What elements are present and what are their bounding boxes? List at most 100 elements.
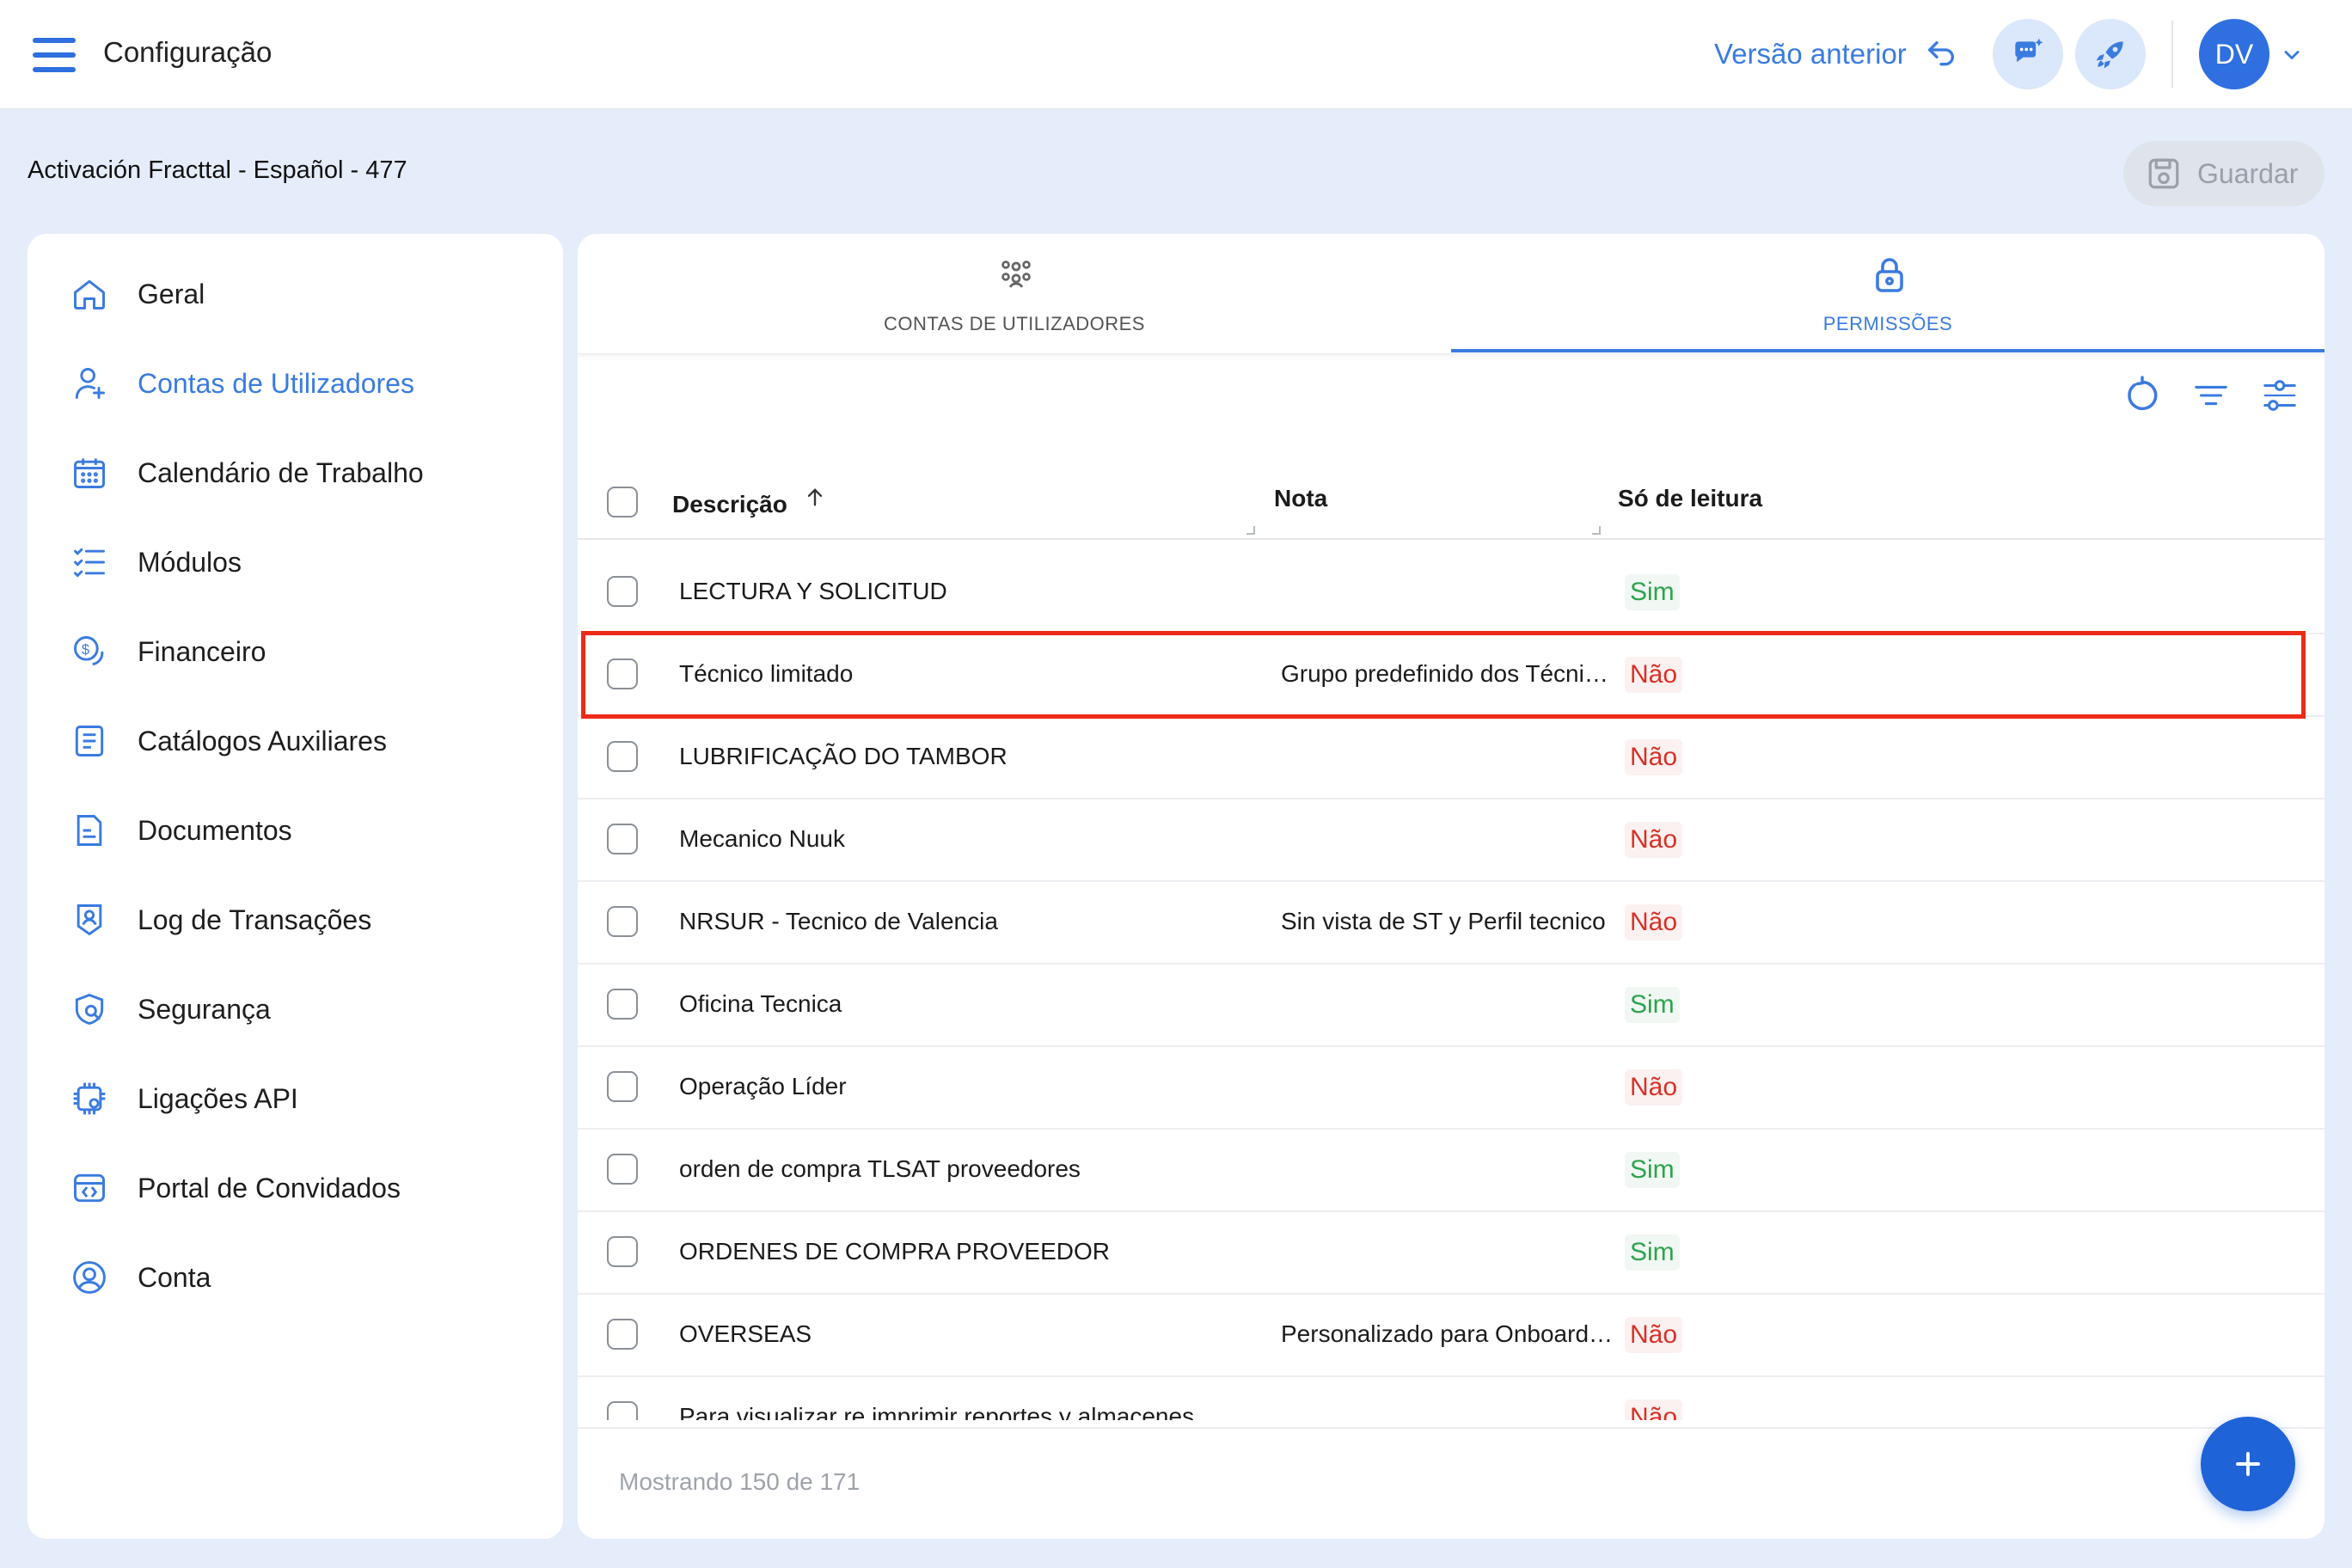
table-row[interactable]: OVERSEAS Personalizado para Onboarding N… [578,1295,2324,1377]
table-row[interactable]: ORDENES DE COMPRA PROVEEDOR Sim [578,1212,2324,1295]
rocket-icon [2096,41,2123,69]
sidebar-item-label: Log de Transações [138,903,372,935]
sidebar-item-label: Segurança [138,993,271,1025]
table-row[interactable]: Operação Líder Não [578,1047,2324,1130]
user-plus-icon [69,363,110,404]
read-only-badge: Não [1625,1069,1683,1106]
table-row[interactable]: LECTURA Y SOLICITUD Sim [578,552,2324,634]
sort-ascending-icon [807,488,822,506]
table-row[interactable]: NRSUR - Tecnico de Valencia Sin vista de… [578,882,2324,965]
sidebar-item-label: Conta [138,1261,211,1293]
row-checkbox[interactable] [607,906,638,937]
table-row[interactable]: Oficina Tecnica Sim [578,965,2324,1047]
account-circle-icon [69,1257,110,1298]
chat-sparkle-button[interactable] [1993,19,2063,89]
row-description: Operação Líder [679,1073,847,1099]
previous-version-button[interactable]: Versão anterior [1714,33,1958,76]
column-header-nota[interactable]: Nota [1274,485,1327,512]
select-all-checkbox[interactable] [607,487,638,518]
group-icon [1001,260,1031,288]
chat-sparkle-icon [2015,38,2043,63]
row-description: LUBRIFICAÇÃO DO TAMBOR [679,743,1008,769]
chevron-down-icon[interactable] [2280,43,2304,67]
row-description: NRSUR - Tecnico de Valencia [679,908,998,934]
sidebar-item-calendario-de-trabalho[interactable]: Calendário de Trabalho [69,447,424,499]
sidebar-item-modulos[interactable]: Módulos [69,536,242,588]
row-checkbox[interactable] [607,1401,638,1420]
row-checkbox[interactable] [607,741,638,772]
row-note: Personalizado para Onboarding [1281,1320,1616,1347]
row-checkbox[interactable] [607,824,638,854]
row-checkbox[interactable] [607,658,638,689]
row-checkbox[interactable] [607,576,638,607]
refresh-icon[interactable] [2120,373,2165,418]
tab-bar: CONTAS DE UTILIZADORES PERMISSÕES [578,234,2324,354]
row-checkbox[interactable] [607,1154,638,1185]
column-settings-icon[interactable] [2257,373,2302,418]
table-row[interactable]: orden de compra TLSAT proveedores Sim [578,1130,2324,1212]
row-checkbox[interactable] [607,1319,638,1350]
row-description: LECTURA Y SOLICITUD [679,578,947,604]
sidebar-item-conta[interactable]: Conta [69,1252,211,1303]
coin-icon: $ [69,631,110,672]
table-row[interactable]: LUBRIFICAÇÃO DO TAMBOR Não [578,717,2324,799]
sidebar-item-portal-de-convidados[interactable]: Portal de Convidados [69,1162,401,1214]
filter-icon[interactable] [2189,373,2233,418]
active-tab-indicator [1451,349,2324,352]
previous-version-label: Versão anterior [1714,38,1907,70]
tab-contas-de-utilizadores[interactable]: CONTAS DE UTILIZADORES [578,234,1451,354]
catalog-icon [69,720,110,762]
avatar[interactable]: DV [2199,19,2269,89]
sidebar-item-label: Documentos [138,814,292,846]
row-checkbox[interactable] [607,1236,638,1267]
sidebar-item-label: Financeiro [138,635,266,667]
column-header-so-de-leitura[interactable]: Só de leitura [1618,485,1762,512]
shield-search-icon [69,989,110,1030]
table-row[interactable]: Técnico limitado Grupo predefinido dos T… [578,634,2324,717]
sidebar-item-contas-de-utilizadores[interactable]: Contas de Utilizadores [69,358,414,409]
table-row[interactable]: Mecanico Nuuk Não [578,799,2324,882]
table-row[interactable]: Para visualizar re imprimir reportes y a… [578,1377,2324,1420]
row-note: Sin vista de ST y Perfil tecnico [1281,908,1606,934]
tab-permissoes[interactable]: PERMISSÕES [1451,234,2324,354]
page-title: Activación Fracttal - Español - 477 [28,156,407,184]
menu-icon[interactable] [33,38,76,72]
add-permission-button[interactable] [2201,1417,2295,1511]
read-only-badge: Sim [1625,1152,1680,1188]
tab-label: CONTAS DE UTILIZADORES [884,313,1145,334]
app-title: Configuração [103,36,273,68]
table-header: Descrição Nota Só de leitura [578,457,2324,540]
top-bar: Configuração Versão anterior DV [0,0,2352,109]
column-resize-handle[interactable] [1246,526,1255,535]
table-body: LECTURA Y SOLICITUD Sim Técnico limitado… [578,552,2324,1420]
save-icon [2148,158,2179,189]
plus-icon [2236,1452,2260,1476]
row-checkbox[interactable] [607,989,638,1020]
footer-divider [578,1427,2324,1429]
undo-icon [1927,41,1954,66]
home-icon [69,273,110,315]
pagination-status: Mostrando 150 de 171 [619,1468,861,1495]
row-description: Técnico limitado [679,660,854,687]
user-shield-icon [69,899,110,940]
sidebar-item-financeiro[interactable]: $ Financeiro [69,626,266,677]
sidebar-item-seguranca[interactable]: Segurança [69,983,271,1035]
calendar-icon [69,452,110,493]
checklist-icon [69,542,110,583]
sidebar-item-documentos[interactable]: Documentos [69,805,292,856]
sidebar-item-catalogos-auxiliares[interactable]: Catálogos Auxiliares [69,715,387,767]
row-checkbox[interactable] [607,1071,638,1102]
row-description: ORDENES DE COMPRA PROVEEDOR [679,1238,1110,1265]
sidebar-item-geral[interactable]: Geral [69,268,205,320]
row-description: orden de compra TLSAT proveedores [679,1155,1081,1182]
sidebar-item-label: Geral [138,278,205,309]
row-description: Para visualizar re imprimir reportes y a… [679,1403,1195,1420]
column-resize-handle[interactable] [1592,526,1601,535]
api-gear-icon [69,1078,110,1119]
sidebar-item-log-de-transacoes[interactable]: Log de Transações [69,894,371,946]
save-button[interactable]: Guardar [2123,141,2324,206]
read-only-badge: Não [1625,822,1683,858]
rocket-button[interactable] [2075,19,2146,89]
sidebar-item-ligacoes-api[interactable]: Ligações API [69,1073,298,1124]
column-header-descricao[interactable]: Descrição [672,485,827,518]
